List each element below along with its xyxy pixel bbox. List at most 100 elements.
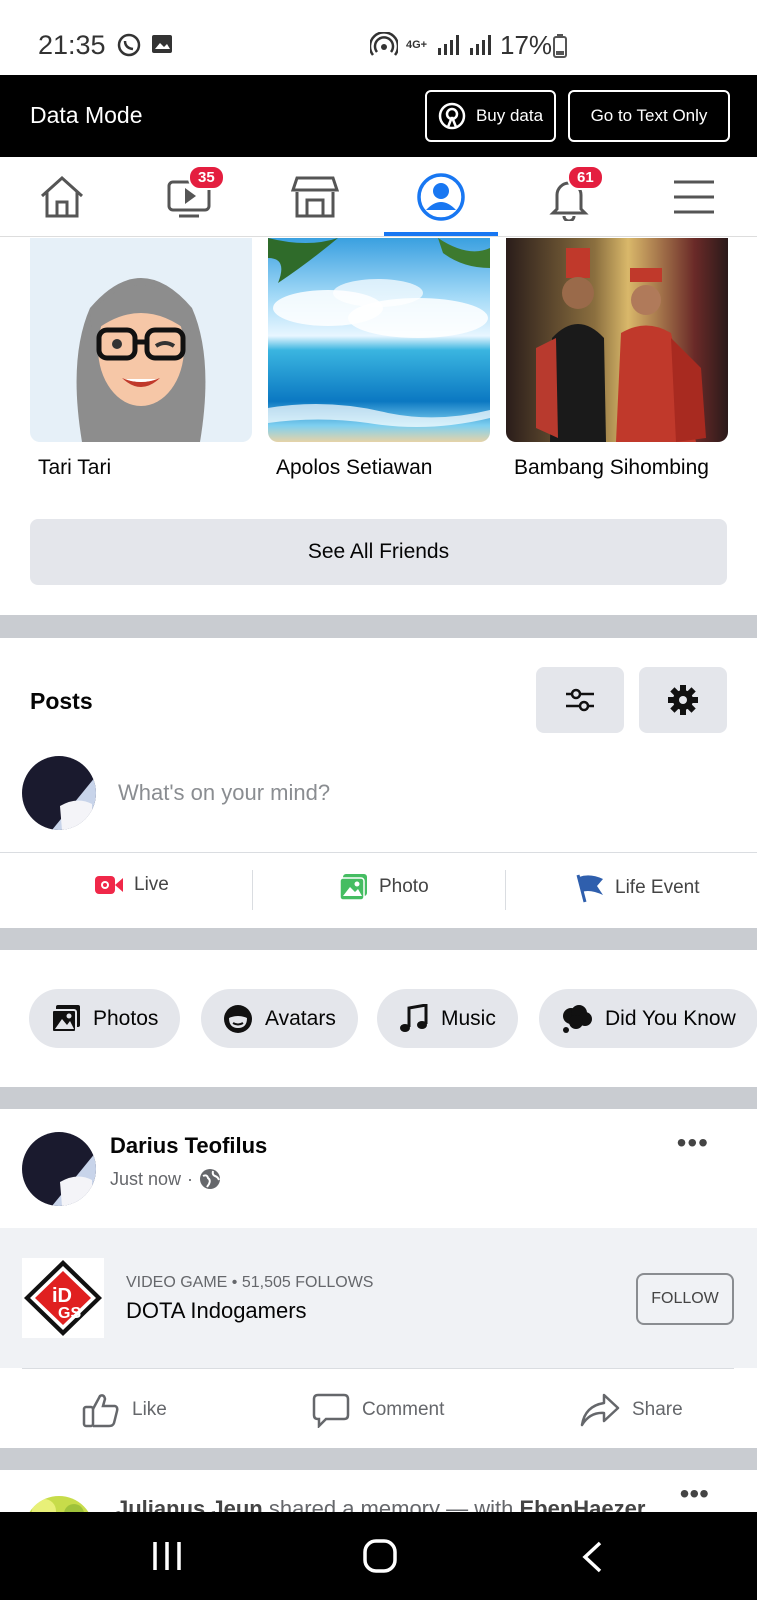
nav-home[interactable] [2,157,122,237]
network-type: 4G+ [406,38,428,51]
section-separator [0,1448,757,1470]
comment-button[interactable]: Comment [312,1392,444,1428]
broadcast-icon [438,102,466,130]
text-only-button[interactable]: Go to Text Only [568,90,730,142]
life-event-label: Life Event [615,877,700,898]
share-button[interactable]: Share [580,1392,683,1428]
signal-icon [438,35,459,55]
next-post-preview[interactable]: Julianus Jeun shared a memory — with Ebe… [0,1470,757,1512]
notification-badge: 61 [567,165,604,190]
main-nav-bar: 35 61 [0,157,757,237]
divider [252,870,253,910]
chip-photos[interactable]: Photos [29,989,181,1048]
data-mode-title: Data Mode [30,102,143,128]
flag-icon [576,874,603,903]
nav-watch[interactable]: 35 [130,157,250,237]
watch-badge: 35 [188,165,225,190]
avatar-face-icon [224,1004,252,1033]
recent-apps-icon[interactable] [150,1540,184,1572]
back-icon[interactable] [580,1540,604,1574]
globe-icon [200,1169,221,1189]
posts-settings-button[interactable] [639,667,727,733]
friend-card[interactable]: Tari Tari [30,238,252,479]
filter-icon [566,688,594,712]
beach-image [268,238,490,427]
chip-music[interactable]: Music [377,989,518,1048]
next-post-activity: shared a memory — with [262,1496,520,1512]
user-avatar[interactable] [22,756,96,830]
next-post-avatar [24,1496,94,1512]
battery-percent: 17% [500,30,553,60]
see-all-friends-button[interactable]: See All Friends [30,519,727,585]
post-author-avatar[interactable] [22,1132,96,1206]
friend-card[interactable]: Apolos Setiawan [268,238,490,479]
text-only-label: Go to Text Only [590,106,708,125]
menu-icon [674,180,714,214]
nav-active-indicator [384,232,498,236]
next-post-author: Julianus Jeun [116,1496,263,1512]
follow-label: FOLLOW [651,1290,719,1307]
friend-name: Apolos Setiawan [276,456,433,479]
comment-label: Comment [362,1399,445,1420]
see-all-friends-label: See All Friends [307,540,450,563]
avatar-image [76,278,206,442]
gallery-icon [152,35,172,53]
friend-photo [268,238,490,442]
section-separator [0,928,757,950]
friend-name: Tari Tari [38,456,112,479]
friend-card[interactable]: Bambang Sihombing [506,238,728,479]
posts-filter-button[interactable] [536,667,624,733]
whats-on-your-mind-input[interactable]: What's on your mind? [118,780,330,806]
next-post-tagged: EbenHaezer [519,1496,646,1512]
buy-data-button[interactable]: Buy data [425,90,556,142]
divider [0,852,757,853]
signal-icon-2 [470,35,491,55]
thought-bubble-icon [563,1004,592,1033]
chip-label: Music [441,1006,496,1030]
buy-data-label: Buy data [475,106,544,125]
indogamers-logo: iDGS [24,1260,102,1336]
section-separator [0,1087,757,1109]
marketplace-icon [291,176,339,218]
live-video-icon [95,876,123,894]
friend-photo [506,238,728,442]
more-options-icon[interactable]: ••• [680,1478,709,1510]
status-bar: 21:35 4G+ 17% [0,0,757,75]
home-icon [40,175,84,218]
system-navigation-bar [0,1512,757,1600]
svg-text:iD: iD [52,1285,72,1307]
follow-button[interactable]: FOLLOW [636,1273,734,1325]
chip-avatars[interactable]: Avatars [201,989,358,1048]
share-arrow-icon [580,1393,620,1427]
shared-page-card[interactable]: iD GS VIDEO GAME • 51,505 FOLLOWS DOTA In… [0,1228,757,1368]
more-options-icon[interactable]: ••• [677,1129,709,1157]
life-event-button[interactable]: Life Event [575,873,700,903]
post-author-name[interactable]: Darius Teofilus [110,1133,267,1159]
friend-photo [30,238,252,442]
whatsapp-icon [117,33,141,57]
post-timestamp: Just now · [110,1168,221,1190]
nav-notifications[interactable]: 61 [509,157,629,237]
comment-bubble-icon [312,1393,350,1428]
status-time: 21:35 [38,30,106,60]
live-label: Live [134,874,169,895]
like-button[interactable]: Like [82,1392,167,1428]
photo-icon [339,874,367,901]
nav-marketplace[interactable] [255,157,375,237]
chip-label: Did You Know [605,1006,736,1030]
like-label: Like [132,1399,167,1420]
friend-name: Bambang Sihombing [514,456,709,479]
home-button-icon[interactable] [362,1538,398,1574]
data-mode-bar: Data Mode Buy data Go to Text Only [0,75,757,157]
nav-profile[interactable] [381,157,501,237]
avatar-image [24,1496,94,1512]
page-category-follows: VIDEO GAME • 51,505 FOLLOWS [126,1274,374,1291]
live-button[interactable]: Live [94,873,169,897]
thumbs-up-icon [82,1394,119,1428]
nav-menu[interactable] [634,157,754,237]
photo-button[interactable]: Photo [339,873,429,901]
page-name[interactable]: DOTA Indogamers [126,1298,307,1324]
chip-did-you-know[interactable]: Did You Know [539,989,757,1048]
posts-title: Posts [30,688,93,714]
photo-label: Photo [379,876,429,897]
